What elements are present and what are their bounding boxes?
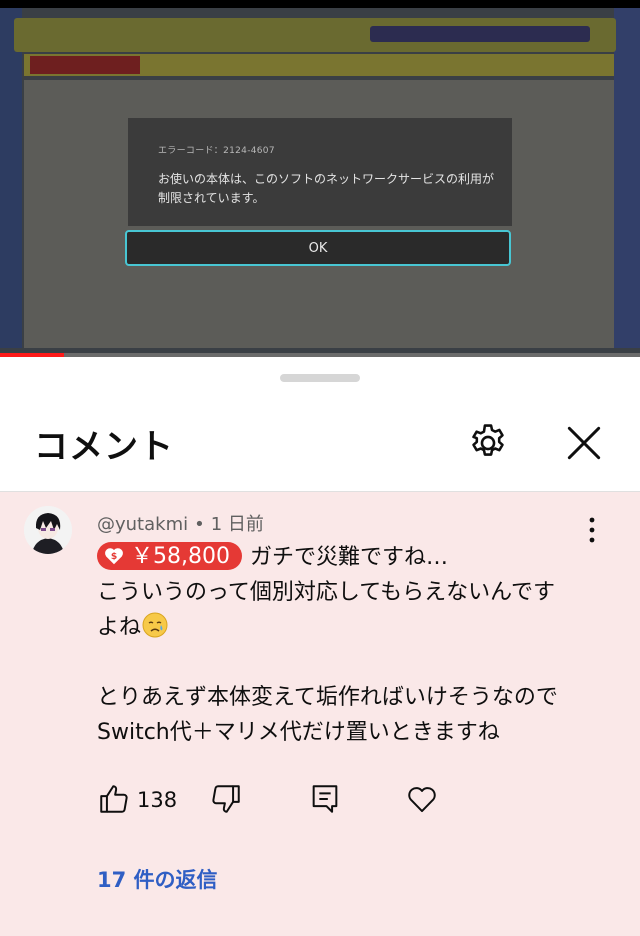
ok-button: OK bbox=[125, 230, 511, 266]
gear-icon[interactable] bbox=[466, 421, 510, 465]
comment-line-5: Switch代＋マリメ代だけ置いときますね bbox=[97, 720, 500, 745]
drag-handle[interactable] bbox=[280, 374, 360, 382]
comments-sheet: コメント @yutakmi • 1 日前 $ ￥58,800 ガチで災難ですね…… bbox=[0, 357, 640, 936]
game-header-field bbox=[370, 26, 590, 42]
comment-line-2: こういうのって個別対応してもらえないんです bbox=[97, 580, 556, 605]
like-icon[interactable] bbox=[97, 782, 131, 816]
comment-line-1: $ ￥58,800 ガチで災難ですね… bbox=[97, 540, 597, 575]
crying-face-icon bbox=[142, 612, 168, 638]
svg-text:$: $ bbox=[111, 551, 117, 562]
comment-author[interactable]: @yutakmi bbox=[97, 514, 188, 535]
meta-separator: • bbox=[194, 514, 205, 535]
super-thanks-icon: $ bbox=[105, 548, 123, 565]
avatar[interactable] bbox=[24, 506, 72, 554]
comment-actions: 138 bbox=[97, 782, 517, 822]
comment-text-1: ガチで災難ですね… bbox=[249, 545, 448, 570]
sheet-title: コメント bbox=[34, 427, 174, 467]
super-thanks-badge: $ ￥58,800 bbox=[97, 542, 242, 570]
comment-body: $ ￥58,800 ガチで災難ですね… こういうのって個別対応してもらえないんです … bbox=[97, 540, 597, 750]
comment-text-3: よね bbox=[97, 615, 142, 640]
comment-line-4: とりあえず本体変えて垢作ればいけそうなので bbox=[97, 685, 558, 710]
error-code: エラーコード：2124-4607 bbox=[158, 146, 275, 156]
comment-meta: @yutakmi • 1 日前 bbox=[97, 510, 264, 536]
super-thanks-amount: ￥58,800 bbox=[131, 543, 230, 569]
like-count: 138 bbox=[137, 788, 178, 812]
video-player[interactable]: エラーコード：2124-4607 お使いの本体は、このソフトのネットワークサービ… bbox=[0, 0, 640, 357]
heart-icon[interactable] bbox=[405, 782, 439, 816]
close-icon[interactable] bbox=[562, 421, 606, 465]
comment-item: @yutakmi • 1 日前 $ ￥58,800 ガチで災難ですね… こういうのって個… bbox=[0, 492, 640, 936]
reply-icon[interactable] bbox=[308, 782, 342, 816]
comment-time: 1 日前 bbox=[210, 514, 264, 535]
comment-line-3: よね bbox=[97, 610, 597, 645]
game-tab bbox=[30, 56, 140, 74]
video-frame-left-edge bbox=[0, 8, 22, 348]
view-replies-button[interactable]: 17 件の返信 bbox=[97, 864, 218, 894]
video-frame-right-edge bbox=[614, 8, 640, 348]
dislike-icon[interactable] bbox=[209, 782, 243, 816]
error-message: お使いの本体は、このソフトのネットワークサービスの利用が制限されています。 bbox=[158, 172, 495, 205]
